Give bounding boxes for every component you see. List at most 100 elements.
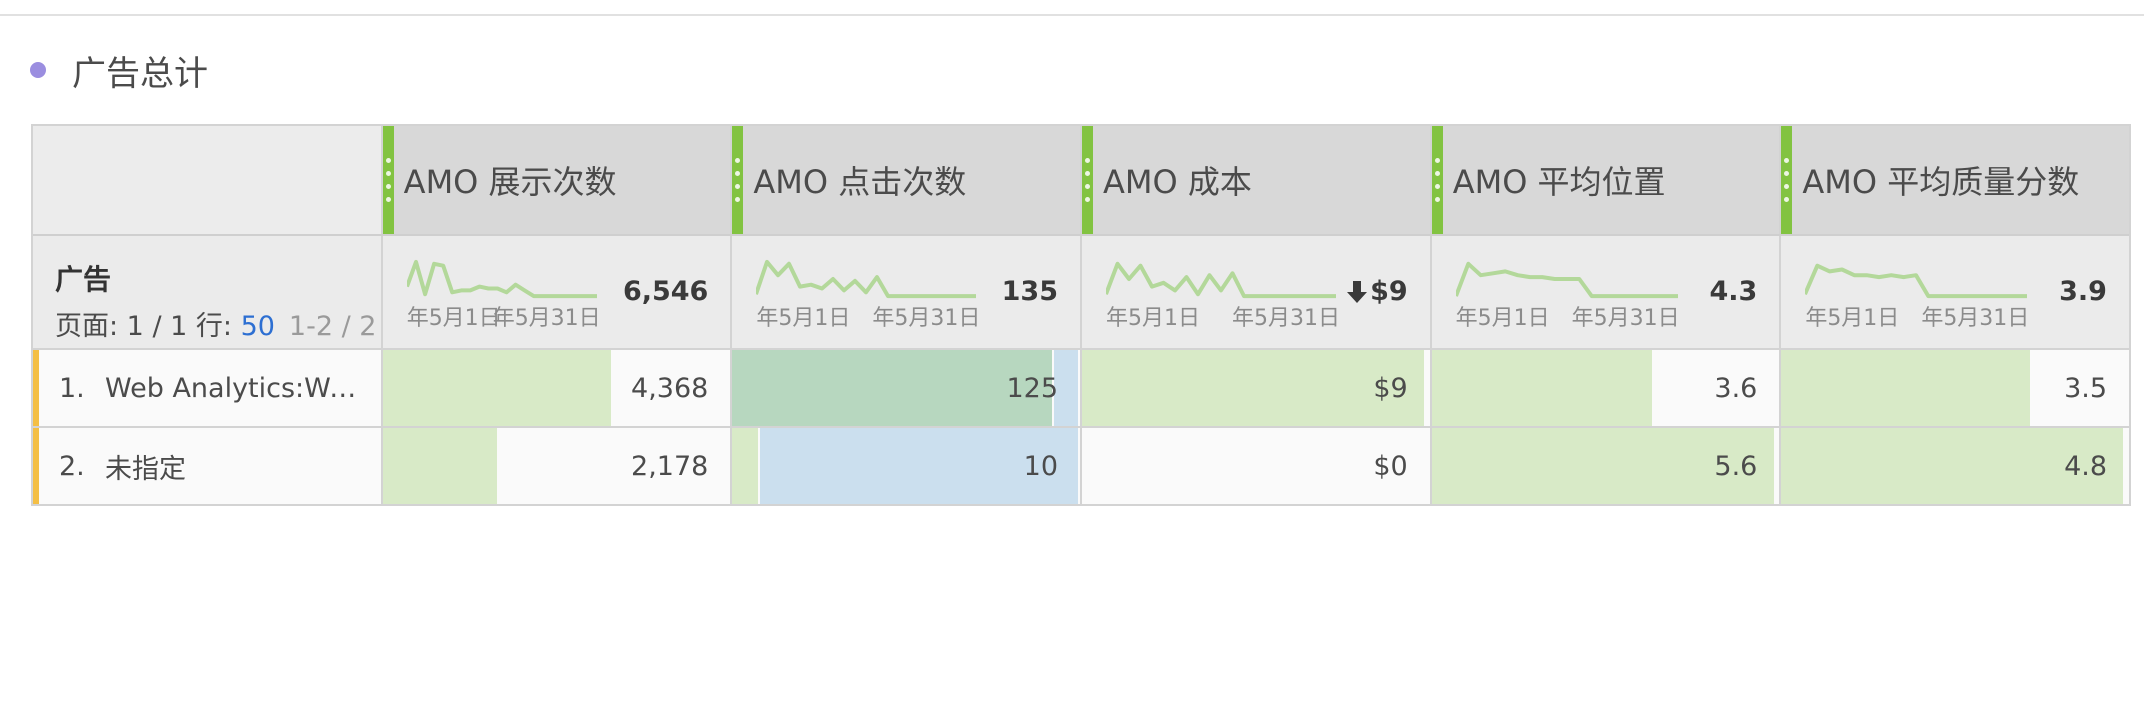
summary-cell: 年5月1日 年5月31日 135 — [732, 236, 1082, 348]
sparkline-chart — [1455, 261, 1678, 299]
column-header-cost[interactable]: AMO 成本 — [1082, 126, 1432, 234]
panel-dot-icon — [30, 62, 46, 78]
cell-value: $9 — [1373, 372, 1408, 404]
drag-handle-icon[interactable] — [1431, 126, 1443, 234]
column-total: $9 — [1346, 276, 1408, 307]
sparkline-start-label: 年5月1日 — [406, 306, 501, 331]
sparkline-path — [756, 259, 977, 299]
rows-per-page-link[interactable]: 50 — [241, 311, 275, 342]
column-header-clicks[interactable]: AMO 点击次数 — [732, 126, 1083, 234]
sparkline-end-label: 年5月31日 — [492, 306, 601, 331]
value-bar — [382, 350, 611, 426]
cell-value: $0 — [1373, 450, 1408, 482]
table-cell[interactable]: 3.6 — [1431, 350, 1782, 426]
table-row[interactable]: 1. Web Analytics:Web... 4,368 125 $9 3.6… — [33, 348, 2129, 426]
cell-value: 2,178 — [631, 450, 709, 482]
cell-value: 4,368 — [631, 372, 709, 404]
summary-cell: 年5月1日 年5月31日 3.9 — [1781, 236, 2129, 348]
table-cell[interactable]: 4,368 — [382, 350, 733, 426]
summary-row: 广告 页面: 1 / 1 行: 50 1-2 / 2 年5月1日 年5月31日 6… — [33, 234, 2129, 348]
row-dimension-cell[interactable]: 2. 未指定 — [33, 428, 383, 504]
row-selection-marker — [33, 428, 39, 504]
value-bar — [1781, 350, 2031, 426]
pager-label: 页面: 1 / 1 行: — [55, 311, 241, 342]
row-dimension-cell[interactable]: 1. Web Analytics:Web... — [33, 350, 383, 426]
row-label[interactable]: 未指定 — [105, 447, 369, 486]
value-bar — [732, 428, 759, 504]
cell-value: 5.6 — [1714, 450, 1758, 482]
table-cell[interactable]: 10 — [732, 428, 1083, 504]
table-cell[interactable]: 3.5 — [1781, 350, 2129, 426]
cell-value: 3.6 — [1714, 372, 1758, 404]
table-cell[interactable]: $9 — [1082, 350, 1432, 426]
column-title: AMO 点击次数 — [753, 163, 967, 201]
top-divider — [0, 14, 2144, 16]
summary-cell: 年5月1日 年5月31日 6,546 — [383, 236, 733, 348]
sparkline-chart — [1805, 263, 2028, 299]
cell-value: 4.8 — [2064, 450, 2108, 482]
value-bar — [732, 350, 1053, 426]
table-cell[interactable]: 2,178 — [382, 428, 733, 504]
table-cell[interactable]: 125 — [732, 350, 1083, 426]
column-total-value: 6,546 — [622, 276, 709, 307]
column-header-avg-position[interactable]: AMO 平均位置 — [1431, 126, 1782, 234]
drag-handle-icon[interactable] — [1781, 126, 1793, 234]
column-total-value: 4.3 — [1709, 276, 1758, 307]
column-title: AMO 展示次数 — [403, 163, 617, 201]
table-cell[interactable]: $0 — [1082, 428, 1432, 504]
panel-header: 广告总计 — [30, 46, 208, 94]
column-header-avg-quality-score[interactable]: AMO 平均质量分数 — [1781, 126, 2129, 234]
dimension-name[interactable]: 广告 — [55, 258, 381, 298]
column-total-value: 3.9 — [2059, 276, 2107, 307]
column-total-value: 135 — [1001, 276, 1058, 307]
column-header-impressions[interactable]: AMO 展示次数 — [382, 126, 733, 234]
drag-handle-icon[interactable] — [1082, 126, 1094, 234]
row-selection-marker — [33, 350, 39, 426]
column-title: AMO 成本 — [1103, 163, 1252, 201]
freeform-table: AMO 展示次数 AMO 点击次数 AMO 成本 AMO 平均位置 AMO 平均… — [31, 124, 2131, 506]
table-row[interactable]: 2. 未指定 2,178 10 $0 5.6 4.8 — [33, 426, 2129, 504]
column-total: 3.9 — [2059, 276, 2107, 307]
sparkline-start-label: 年5月1日 — [1805, 306, 1900, 331]
panel-title[interactable]: 广告总计 — [72, 46, 208, 95]
column-title: AMO 平均位置 — [1452, 163, 1666, 201]
sparkline-start-label: 年5月1日 — [756, 306, 851, 331]
row-number: 2. — [59, 450, 85, 482]
dimension-header-cell[interactable] — [33, 126, 383, 234]
cell-value: 10 — [1023, 450, 1059, 482]
sparkline-chart — [1106, 261, 1336, 299]
summary-cell: 年5月1日 年5月31日 $9 — [1082, 236, 1432, 348]
sparkline-end-label: 年5月31日 — [1232, 306, 1340, 331]
cell-value: 125 — [1006, 372, 1059, 404]
sparkline-path — [406, 259, 597, 299]
sparkline-chart — [756, 259, 977, 299]
sparkline-path — [1455, 261, 1678, 299]
sparkline-path — [1106, 261, 1336, 299]
column-total: 6,546 — [623, 276, 708, 307]
column-total-value: $9 — [1370, 276, 1408, 307]
sparkline-end-label: 年5月31日 — [1571, 306, 1680, 331]
value-bar — [382, 428, 497, 504]
row-label[interactable]: Web Analytics:Web... — [105, 373, 369, 404]
column-total: 4.3 — [1709, 276, 1757, 307]
sparkline-start-label: 年5月1日 — [1455, 306, 1550, 331]
drag-handle-icon[interactable] — [732, 126, 744, 234]
table-cell[interactable]: 4.8 — [1781, 428, 2129, 504]
column-title: AMO 平均质量分数 — [1802, 163, 2080, 201]
sparkline-end-label: 年5月31日 — [872, 306, 981, 331]
pagination: 页面: 1 / 1 行: 50 1-2 / 2 — [55, 304, 381, 343]
sparkline-end-label: 年5月31日 — [1921, 306, 2030, 331]
pager-range: 1-2 / 2 — [288, 311, 377, 342]
sparkline-chart — [406, 259, 597, 299]
value-bar — [1431, 350, 1652, 426]
table-cell[interactable]: 5.6 — [1431, 428, 1782, 504]
summary-cell: 年5月1日 年5月31日 4.3 — [1432, 236, 1782, 348]
sparkline-start-label: 年5月1日 — [1106, 306, 1200, 331]
sparkline-path — [1805, 263, 2028, 299]
drag-handle-icon[interactable] — [382, 126, 394, 234]
cell-value: 3.5 — [2064, 372, 2108, 404]
column-header-row: AMO 展示次数 AMO 点击次数 AMO 成本 AMO 平均位置 AMO 平均… — [33, 126, 2129, 234]
column-total: 135 — [1002, 276, 1058, 307]
arrow-down-icon — [1347, 280, 1368, 303]
dimension-summary-cell: 广告 页面: 1 / 1 行: 50 1-2 / 2 — [33, 236, 383, 348]
